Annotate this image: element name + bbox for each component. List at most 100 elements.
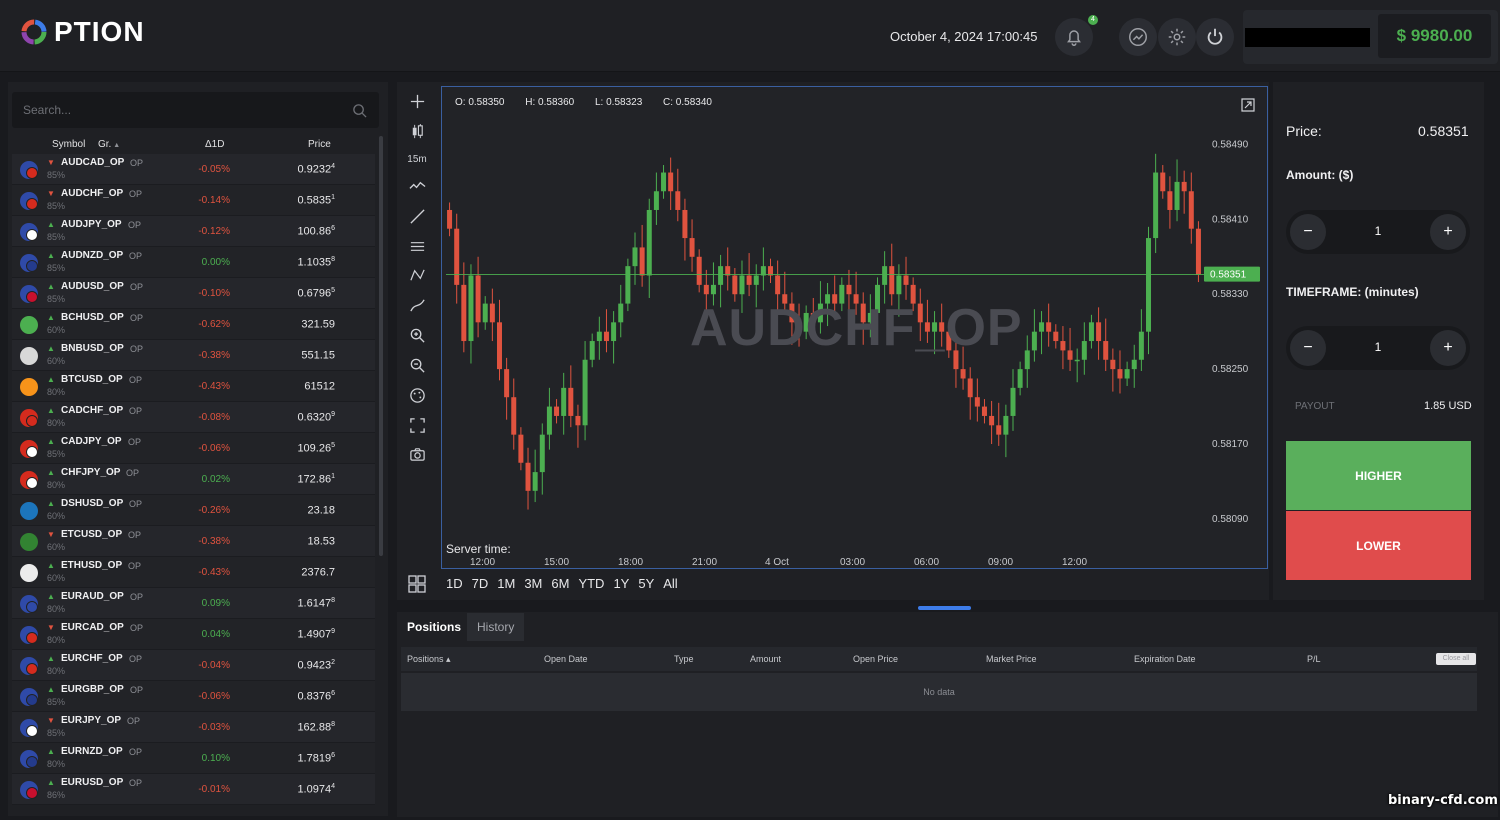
quote-currency-flag-icon [26,167,38,179]
range-button[interactable]: All [663,576,677,591]
expand-chart-icon[interactable] [1241,98,1255,112]
range-button[interactable]: 1M [497,576,515,591]
asset-row[interactable]: ▲ BNBUSD_OP OP 60% -0.38% 551.15 [12,340,375,371]
screenshot-tool[interactable] [408,445,426,463]
asset-row[interactable]: ▲ EURNZD_OP OP 80% 0.10% 1.78196 [12,743,375,774]
amount-decrease-button[interactable]: − [1290,214,1326,250]
asset-row[interactable]: ▲ EURCHF_OP OP 80% -0.04% 0.94232 [12,650,375,681]
brush-tool[interactable] [408,296,426,314]
asset-row[interactable]: ▼ EURJPY_OP OP 85% -0.03% 162.888 [12,712,375,743]
asset-price: 0.92324 [297,163,335,176]
asset-row[interactable]: ▲ ETHUSD_OP OP 60% -0.43% 2376.7 [12,557,375,588]
asset-row[interactable]: ▲ AUDJPY_OP OP 85% -0.12% 100.866 [12,216,375,247]
candles-tool[interactable] [408,122,426,140]
positions-column-header[interactable]: Market Price [986,654,1037,664]
amount-label: Amount: ($) [1286,168,1354,182]
crosshair-tool[interactable] [408,92,426,110]
asset-change: -0.01% [198,784,230,795]
positions-column-header[interactable]: Positions ▴ [407,654,451,665]
trend-line-tool[interactable] [408,207,426,225]
fullscreen-tool[interactable] [408,416,426,434]
current-datetime: October 4, 2024 17:00:45 [890,29,1038,44]
lower-button[interactable]: LOWER [1286,511,1471,580]
asset-row[interactable]: ▲ AUDUSD_OP OP 85% -0.10% 0.67965 [12,278,375,309]
layout-grid-icon[interactable] [408,575,426,593]
logo[interactable]: PTION [20,18,145,46]
payout-value: 1.85 USD [1424,400,1472,412]
asset-row[interactable]: ▲ EURGBP_OP OP 85% -0.06% 0.83766 [12,681,375,712]
positions-column-header[interactable]: Expiration Date [1134,654,1196,664]
horizontal-lines-tool[interactable] [408,237,426,255]
asset-row[interactable]: ▼ AUDCHF_OP OP 85% -0.14% 0.58351 [12,185,375,216]
col-symbol[interactable]: Symbol [52,139,85,150]
close-all-button[interactable]: Close all [1436,653,1476,665]
asset-payout: 85% [47,201,66,211]
notifications-button[interactable] [1055,18,1093,56]
timeframe-tool[interactable]: 15m [407,150,426,168]
positions-column-header[interactable]: Type [674,654,694,664]
server-time-label: Server time: [446,542,511,556]
down-arrow-icon: ▼ [47,716,55,725]
asset-tag: OP [130,344,144,354]
tab-history[interactable]: History [467,613,525,641]
amount-input[interactable]: 1 [1356,224,1400,238]
range-button[interactable]: YTD [578,576,604,591]
timeframe-decrease-button[interactable]: − [1290,330,1326,366]
asset-row[interactable]: ▲ BCHUSD_OP OP 60% -0.62% 321.59 [12,309,375,340]
positions-column-header[interactable]: Amount [750,654,781,664]
positions-column-header[interactable]: P/L [1307,654,1321,664]
col-price[interactable]: Price [308,139,331,150]
amount-increase-button[interactable]: + [1430,214,1466,250]
asset-row[interactable]: ▲ DSHUSD_OP OP 60% -0.26% 23.18 [12,495,375,526]
asset-row[interactable]: ▲ BTCUSD_OP OP 80% -0.43% 61512 [12,371,375,402]
asset-row[interactable]: ▲ CHFJPY_OP OP 80% 0.02% 172.861 [12,464,375,495]
positions-column-header[interactable]: Open Price [853,654,898,664]
price-value: 0.58351 [1418,123,1469,139]
higher-button[interactable]: HIGHER [1286,441,1471,510]
range-button[interactable]: 3M [524,576,542,591]
analytics-button[interactable] [1119,18,1157,56]
asset-price: 0.67965 [297,287,335,300]
asset-row[interactable]: ▲ AUDNZD_OP OP 85% 0.00% 1.10358 [12,247,375,278]
candle-body [703,284,709,295]
search-box[interactable]: Search... [12,92,379,128]
asset-row[interactable]: ▲ CADJPY_OP OP 85% -0.06% 109.265 [12,433,375,464]
range-button[interactable]: 7D [472,576,489,591]
account-balance[interactable]: $ 9980.00 [1378,14,1491,58]
quote-currency-flag-icon [26,694,38,706]
logout-button[interactable] [1196,18,1234,56]
range-button[interactable]: 5Y [638,576,654,591]
pattern-tool[interactable] [408,266,426,284]
range-button[interactable]: 1Y [613,576,629,591]
asset-row[interactable]: ▼ EURCAD_OP OP 80% 0.04% 1.49079 [12,619,375,650]
line-chart-tool[interactable] [408,177,426,195]
asset-symbol: AUDCHF_OP [61,188,124,199]
indicators-tool[interactable] [408,386,426,404]
candle-body [1153,172,1159,239]
search-input[interactable]: Search... [23,103,71,117]
timeframe-input[interactable]: 1 [1356,340,1400,354]
panel-resize-handle[interactable] [918,606,971,610]
asset-list-scrollbar[interactable] [379,136,383,556]
candle-body [903,275,909,285]
quote-currency-flag-icon [26,229,38,241]
tab-positions[interactable]: Positions [397,613,472,641]
range-button[interactable]: 1D [446,576,463,591]
zoom-out-tool[interactable] [408,356,426,374]
timeframe-increase-button[interactable]: + [1430,330,1466,366]
asset-row[interactable]: ▼ ETCUSD_OP OP 60% -0.38% 18.53 [12,526,375,557]
ohlc-high: H: 0.58360 [525,97,575,108]
range-button[interactable]: 6M [551,576,569,591]
quote-currency-flag-icon [26,756,38,768]
col-change[interactable]: Δ1D [205,139,224,150]
asset-list-panel: Search... Symbol Gr. ▲ Δ1D Price ▼ AUDCA… [8,82,388,816]
asset-row[interactable]: ▲ EURUSD_OP OP 86% -0.01% 1.09744 [12,774,375,805]
asset-row[interactable]: ▲ EURAUD_OP OP 80% 0.09% 1.61478 [12,588,375,619]
col-group[interactable]: Gr. ▲ [98,139,120,150]
asset-row[interactable]: ▲ CADCHF_OP OP 80% -0.08% 0.63209 [12,402,375,433]
up-arrow-icon: ▲ [47,406,55,415]
asset-row[interactable]: ▼ AUDCAD_OP OP 85% -0.05% 0.92324 [12,154,375,185]
settings-button[interactable] [1158,18,1196,56]
positions-column-header[interactable]: Open Date [544,654,588,664]
zoom-in-tool[interactable] [408,326,426,344]
